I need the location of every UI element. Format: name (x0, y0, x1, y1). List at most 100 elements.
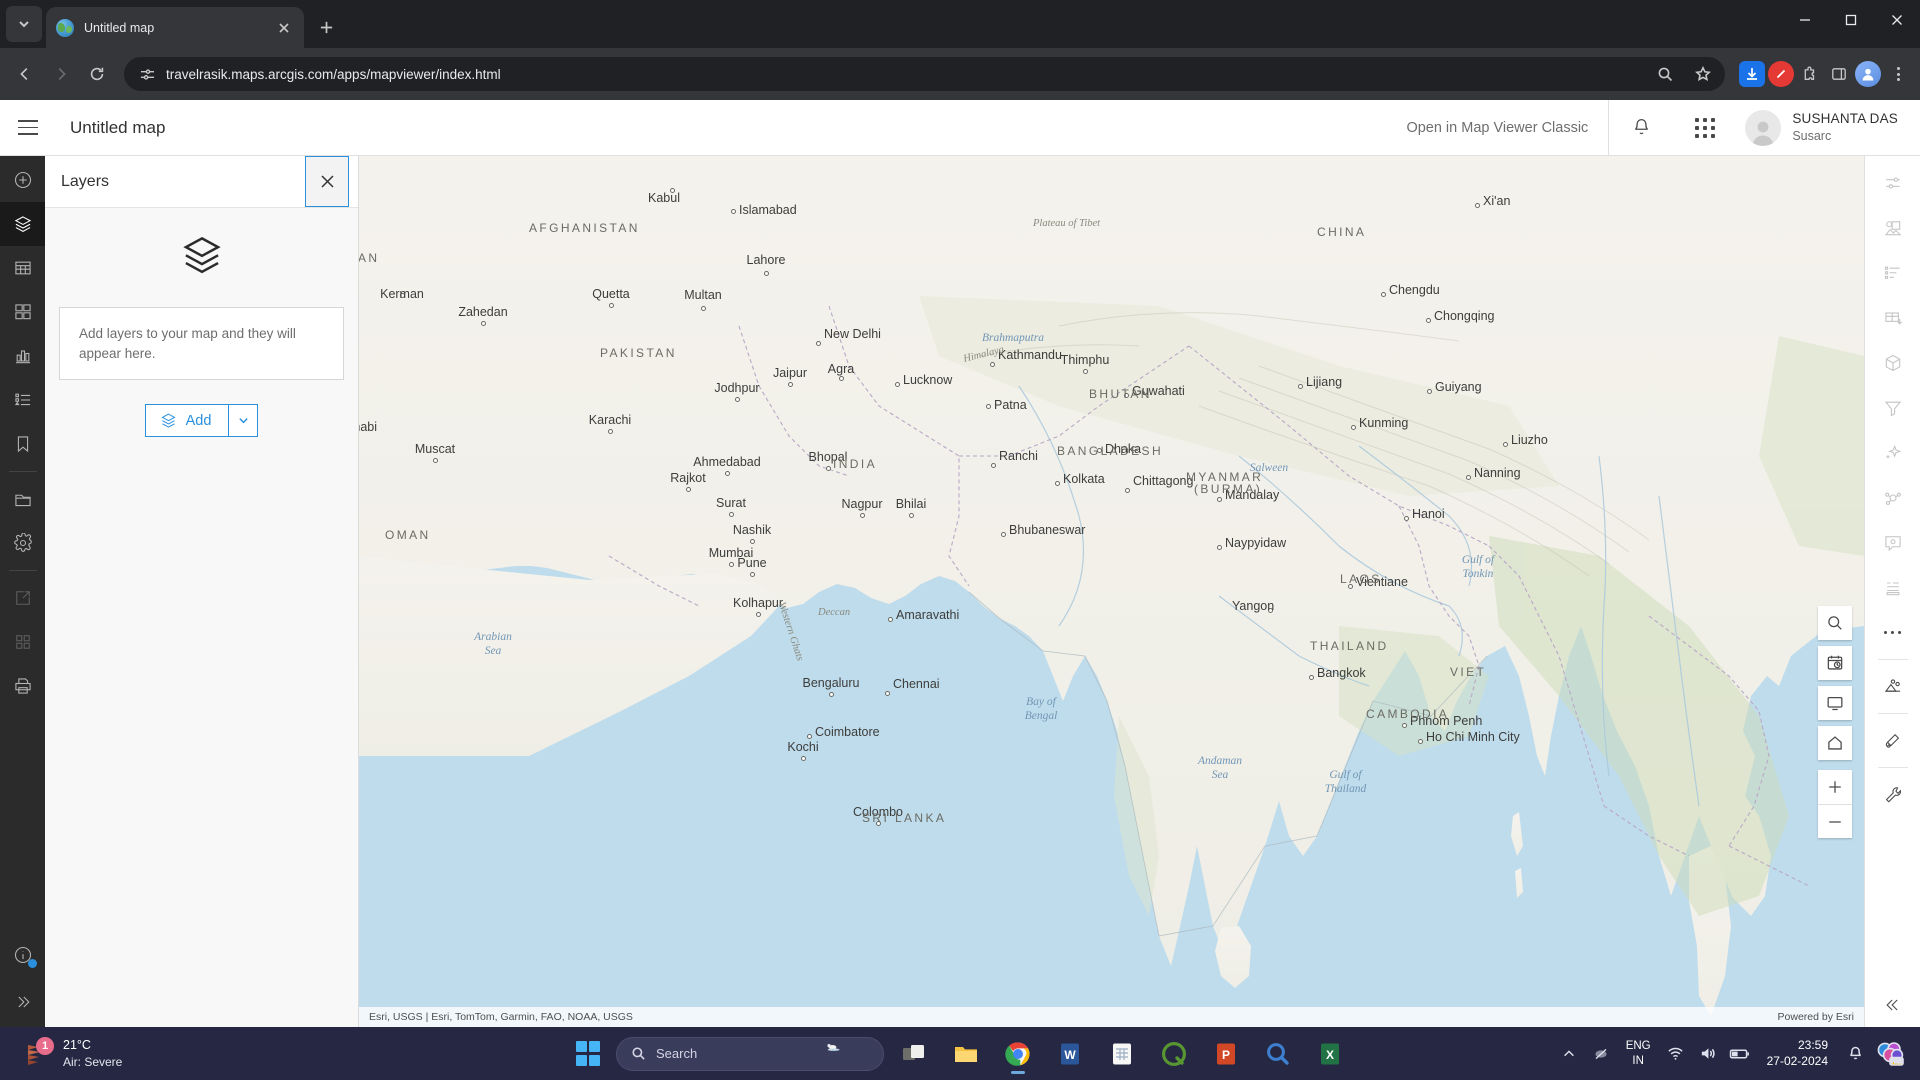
user-account-menu[interactable]: SUSHANTA DAS Susarc (1737, 109, 1920, 146)
chevron-down-icon[interactable] (229, 404, 259, 438)
right-toolbar (1864, 156, 1920, 1027)
popups-button[interactable] (1865, 520, 1920, 565)
home-button[interactable] (1818, 726, 1852, 760)
time-slider-button[interactable] (1818, 646, 1852, 680)
reload-button[interactable] (80, 57, 114, 91)
sidebar-item-basemap[interactable] (0, 290, 45, 334)
forward-button[interactable] (44, 57, 78, 91)
bookmark-star-icon[interactable] (1689, 60, 1717, 88)
sidebar-item-layers[interactable] (0, 202, 45, 246)
sidebar-item-about[interactable] (0, 933, 45, 977)
sidebar-item-tables[interactable] (0, 246, 45, 290)
minimize-button[interactable] (1782, 0, 1828, 40)
sidebar-item-bookmarks[interactable] (0, 422, 45, 466)
sidebar-item-save-open[interactable] (0, 477, 45, 521)
taskbar-item-search-app[interactable] (1256, 1032, 1300, 1076)
back-button[interactable] (8, 57, 42, 91)
svg-text:P: P (1222, 1048, 1230, 1062)
taskbar-item-excel[interactable]: X (1308, 1032, 1352, 1076)
clock[interactable]: 23:59 27-02-2024 (1757, 1038, 1838, 1069)
sidepanel-icon[interactable] (1826, 61, 1852, 87)
map-canvas-container[interactable]: Kabul Islamabad Lahore Kerman Zahedan Quetta M… (359, 156, 1864, 1027)
site-settings-icon[interactable] (138, 65, 156, 83)
taskbar-item-google-chrome[interactable] (996, 1032, 1040, 1076)
fullscreen-button[interactable] (1818, 686, 1852, 720)
sidebar-item-map-properties[interactable] (0, 521, 45, 565)
close-icon[interactable] (274, 18, 294, 38)
sketch-button[interactable] (1865, 718, 1920, 763)
weather-temperature: 21°C (63, 1037, 91, 1052)
taskbar-item-task-view[interactable] (892, 1032, 936, 1076)
polar-bear-icon (825, 1039, 877, 1069)
map-search-button[interactable] (1818, 606, 1852, 640)
notifications-bell-icon[interactable] (1609, 100, 1673, 156)
windows-logo-icon (575, 1041, 601, 1066)
sidebar-item-charts[interactable] (0, 334, 45, 378)
close-panel-button[interactable] (305, 156, 349, 207)
search-icon[interactable] (1651, 60, 1679, 88)
start-button[interactable] (568, 1034, 608, 1074)
language-indicator[interactable]: ENG IN (1618, 1039, 1659, 1068)
notification-badge-dot (28, 959, 37, 968)
volume-icon[interactable] (1693, 1036, 1723, 1072)
adblock-icon[interactable] (1768, 61, 1794, 87)
sidebar-item-print[interactable] (0, 664, 45, 708)
svg-text:X: X (1326, 1048, 1334, 1062)
menu-icon[interactable] (0, 100, 56, 156)
battery-icon[interactable] (1725, 1036, 1755, 1072)
map-tools-button[interactable] (1865, 772, 1920, 817)
sidebar-item-share[interactable] (0, 576, 45, 620)
app-launcher-grid-icon[interactable] (1673, 100, 1737, 156)
download-icon[interactable] (1739, 61, 1765, 87)
layers-icon (181, 234, 223, 281)
zoom-in-button[interactable] (1818, 770, 1852, 804)
weather-widget[interactable]: 1 21°C Air: Severe (0, 1036, 122, 1070)
window-close-button[interactable] (1874, 0, 1920, 40)
taskbar-item-powerpoint[interactable]: P (1204, 1032, 1248, 1076)
labels-button[interactable] (1865, 205, 1920, 250)
new-tab-button[interactable] (310, 11, 342, 43)
chrome-menu-button[interactable] (1884, 60, 1912, 88)
show-hidden-icons-button[interactable] (1554, 1036, 1584, 1072)
address-bar[interactable]: travelrasik.maps.arcgis.com/apps/mapview… (124, 57, 1725, 91)
forms-button[interactable] (1865, 565, 1920, 610)
copilot-icon[interactable]: PRE (1872, 1036, 1908, 1072)
profile-avatar[interactable] (1855, 61, 1881, 87)
taskbar-item-file-explorer[interactable] (944, 1032, 988, 1076)
styles-button[interactable] (1865, 160, 1920, 205)
app-body: Layers Add layers to your map and they w… (0, 156, 1920, 1027)
arcgis-map-viewer: Untitled map Open in Map Viewer Classic … (0, 99, 1920, 1027)
wifi-icon[interactable] (1661, 1036, 1691, 1072)
extensions-icon[interactable] (1797, 61, 1823, 87)
zoom-out-button[interactable] (1818, 804, 1852, 838)
effects-button[interactable] (1865, 430, 1920, 475)
add-layer-button[interactable]: Add (144, 404, 230, 438)
sidebar-item-expand-rail[interactable] (0, 977, 45, 1027)
analysis-button[interactable] (1865, 475, 1920, 520)
taskbar-item-microsoft-word[interactable]: W (1048, 1032, 1092, 1076)
sidebar-item-legend[interactable] (0, 378, 45, 422)
browser-tab[interactable]: Untitled map (46, 7, 304, 48)
open-in-map-viewer-classic-link[interactable]: Open in Map Viewer Classic (1386, 120, 1608, 136)
window-controls (1782, 0, 1920, 40)
taskbar-item-qgis[interactable] (1152, 1032, 1196, 1076)
sidebar-item-add-content[interactable] (0, 158, 45, 202)
more-options-button[interactable] (1865, 610, 1920, 655)
powered-by-esri: Powered by Esri (1777, 1011, 1854, 1023)
basemaps-button[interactable] (1865, 664, 1920, 709)
search-input[interactable]: Search (616, 1036, 884, 1071)
collapse-right-rail-button[interactable] (1865, 982, 1920, 1027)
attribution-sources: Esri, USGS | Esri, TomTom, Garmin, FAO, … (369, 1011, 633, 1023)
fields-button[interactable] (1865, 250, 1920, 295)
map-canvas[interactable] (359, 156, 1864, 1027)
sidebar-item-app-launcher[interactable] (0, 620, 45, 664)
maximize-button[interactable] (1828, 0, 1874, 40)
search-placeholder: Search (656, 1046, 698, 1061)
aggregation-button[interactable] (1865, 295, 1920, 340)
tab-search-button[interactable] (6, 6, 42, 42)
pen-disabled-icon[interactable] (1586, 1036, 1616, 1072)
notifications-bell-tray-icon[interactable] (1840, 1036, 1870, 1072)
filter-button[interactable] (1865, 385, 1920, 430)
scene-3d-button[interactable] (1865, 340, 1920, 385)
taskbar-item-sheets[interactable] (1100, 1032, 1144, 1076)
